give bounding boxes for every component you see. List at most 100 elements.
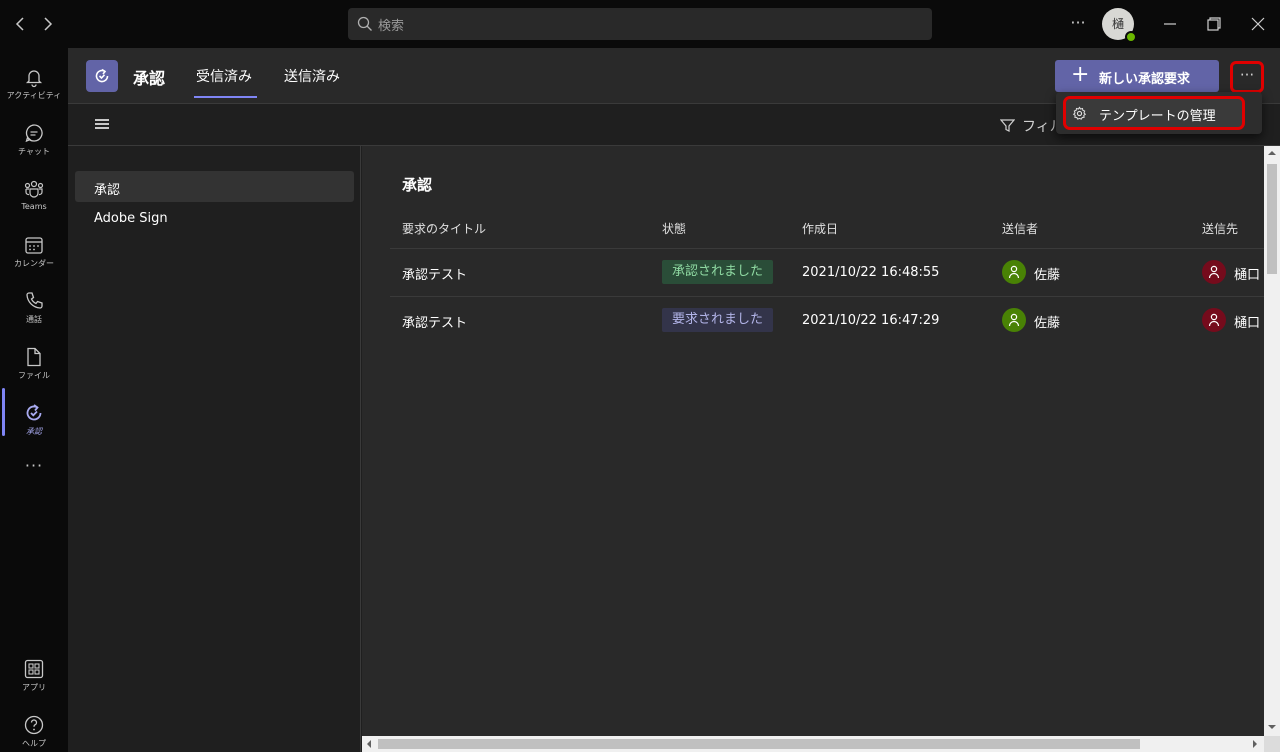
bell-icon bbox=[25, 70, 43, 88]
more-options-menu: テンプレートの管理 bbox=[1056, 92, 1262, 134]
approvals-icon bbox=[95, 68, 109, 83]
rail-label: チャット bbox=[18, 147, 50, 156]
rail-label: ファイル bbox=[18, 371, 50, 380]
chevron-left-icon bbox=[15, 17, 24, 31]
person-icon bbox=[1008, 265, 1020, 279]
column-header-sender[interactable]: 送信者 bbox=[1002, 220, 1038, 237]
help-icon bbox=[24, 715, 44, 735]
vertical-scrollbar[interactable] bbox=[1264, 146, 1280, 736]
presence-available-icon bbox=[1125, 31, 1137, 43]
manage-templates-menu-item[interactable]: テンプレートの管理 bbox=[1063, 96, 1245, 130]
rail-label: アクティビティ bbox=[6, 91, 62, 100]
column-header-status[interactable]: 状態 bbox=[662, 220, 686, 237]
approvals-app-icon bbox=[86, 60, 118, 92]
rail-item-activity[interactable]: アクティビティ bbox=[0, 56, 68, 112]
minimize-icon bbox=[1164, 23, 1176, 25]
new-approval-request-button[interactable]: + 新しい承認要求 bbox=[1055, 60, 1219, 92]
phone-icon bbox=[26, 292, 43, 309]
avatar bbox=[1002, 260, 1026, 284]
hamburger-line bbox=[95, 127, 109, 129]
minimize-button[interactable] bbox=[1158, 12, 1182, 36]
teams-icon bbox=[24, 180, 44, 198]
rail-item-chat[interactable]: チャット bbox=[0, 112, 68, 168]
avatar bbox=[1002, 308, 1026, 332]
scroll-up-icon[interactable] bbox=[1268, 151, 1276, 155]
status-badge: 承認されました bbox=[662, 260, 774, 284]
app-title: 承認 bbox=[133, 69, 166, 88]
rail-item-calls[interactable]: 通話 bbox=[0, 280, 68, 336]
horizontal-scrollbar[interactable] bbox=[362, 736, 1280, 752]
manage-templates-label: テンプレートの管理 bbox=[1099, 109, 1216, 124]
rail-label: 承認 bbox=[26, 427, 42, 436]
row-divider bbox=[390, 296, 1270, 297]
rail-item-approvals[interactable]: 承認 bbox=[0, 392, 68, 448]
more-options-button[interactable]: ··· bbox=[1230, 61, 1264, 93]
sender-name: 佐藤 bbox=[1034, 316, 1061, 331]
title-bar: 検索 ··· 樋 bbox=[0, 0, 1280, 48]
approvals-list: 承認 要求のタイトル 状態 作成日 送信者 送信先 承認テスト 承認されました … bbox=[362, 146, 1280, 752]
rail-label: カレンダー bbox=[14, 259, 54, 268]
restore-icon bbox=[1207, 17, 1221, 31]
forward-button[interactable] bbox=[36, 12, 60, 36]
chevron-right-icon bbox=[44, 17, 53, 31]
search-input[interactable]: 検索 bbox=[348, 8, 932, 40]
recipient-name: 樋口 bbox=[1234, 268, 1261, 283]
sender-name: 佐藤 bbox=[1034, 268, 1061, 283]
request-title: 承認テスト bbox=[402, 268, 468, 283]
tab-received[interactable]: 受信済み bbox=[196, 66, 252, 86]
close-icon bbox=[1251, 17, 1265, 31]
rail-label: Teams bbox=[21, 202, 47, 211]
avatar bbox=[1202, 308, 1226, 332]
hamburger-menu-button[interactable] bbox=[95, 119, 111, 131]
column-header-title[interactable]: 要求のタイトル bbox=[402, 220, 486, 237]
recipient-name: 樋口 bbox=[1234, 316, 1261, 331]
new-approval-request-label: 新しい承認要求 bbox=[1099, 72, 1191, 87]
side-panel: 承認 Adobe Sign bbox=[68, 146, 361, 752]
column-header-recipient[interactable]: 送信先 bbox=[1202, 220, 1238, 237]
rail-item-files[interactable]: ファイル bbox=[0, 336, 68, 392]
scroll-left-icon[interactable] bbox=[367, 740, 371, 748]
rail-label: アプリ bbox=[22, 683, 46, 692]
request-title: 承認テスト bbox=[402, 316, 468, 331]
apps-icon bbox=[24, 659, 44, 679]
rail-more-button[interactable]: ··· bbox=[0, 456, 68, 475]
search-icon bbox=[357, 16, 372, 31]
gear-icon bbox=[1072, 106, 1087, 120]
tab-sent[interactable]: 送信済み bbox=[284, 66, 340, 86]
calendar-icon bbox=[25, 237, 43, 254]
scroll-right-icon[interactable] bbox=[1253, 740, 1257, 748]
approvals-icon bbox=[26, 404, 42, 421]
plus-icon: + bbox=[1071, 62, 1090, 87]
sidepanel-item-approvals[interactable]: 承認 bbox=[75, 171, 354, 202]
titlebar-more-button[interactable]: ··· bbox=[1066, 12, 1090, 36]
search-placeholder: 検索 bbox=[378, 19, 405, 34]
app-rail: アクティビティ チャット Teams カレンダー 通話 ファイル 承認 ··· … bbox=[0, 48, 68, 752]
filter-icon bbox=[1000, 119, 1015, 132]
rail-item-calendar[interactable]: カレンダー bbox=[0, 224, 68, 280]
scroll-corner bbox=[1264, 736, 1280, 752]
rail-item-teams[interactable]: Teams bbox=[0, 168, 68, 224]
rail-label: ヘルプ bbox=[22, 739, 46, 748]
person-icon bbox=[1208, 265, 1220, 279]
rail-item-apps[interactable]: アプリ bbox=[0, 648, 68, 704]
column-header-created[interactable]: 作成日 bbox=[802, 220, 838, 237]
header-divider bbox=[390, 248, 1270, 249]
back-button[interactable] bbox=[8, 12, 32, 36]
hamburger-line bbox=[95, 119, 109, 121]
scroll-down-icon[interactable] bbox=[1268, 725, 1276, 729]
created-date: 2021/10/22 16:47:29 bbox=[802, 313, 940, 328]
sidepanel-item-adobe-sign[interactable]: Adobe Sign bbox=[75, 203, 354, 234]
maximize-button[interactable] bbox=[1202, 12, 1226, 36]
status-badge: 要求されました bbox=[662, 308, 774, 332]
scroll-thumb[interactable] bbox=[1267, 164, 1277, 274]
scroll-thumb[interactable] bbox=[378, 739, 1140, 749]
chat-icon bbox=[25, 124, 43, 143]
person-icon bbox=[1208, 313, 1220, 327]
file-icon bbox=[27, 347, 41, 367]
close-window-button[interactable] bbox=[1246, 12, 1270, 36]
created-date: 2021/10/22 16:48:55 bbox=[802, 265, 940, 280]
user-avatar[interactable]: 樋 bbox=[1102, 8, 1137, 43]
avatar-initial: 樋 bbox=[1111, 17, 1124, 31]
rail-item-help[interactable]: ヘルプ bbox=[0, 704, 68, 752]
person-icon bbox=[1008, 313, 1020, 327]
